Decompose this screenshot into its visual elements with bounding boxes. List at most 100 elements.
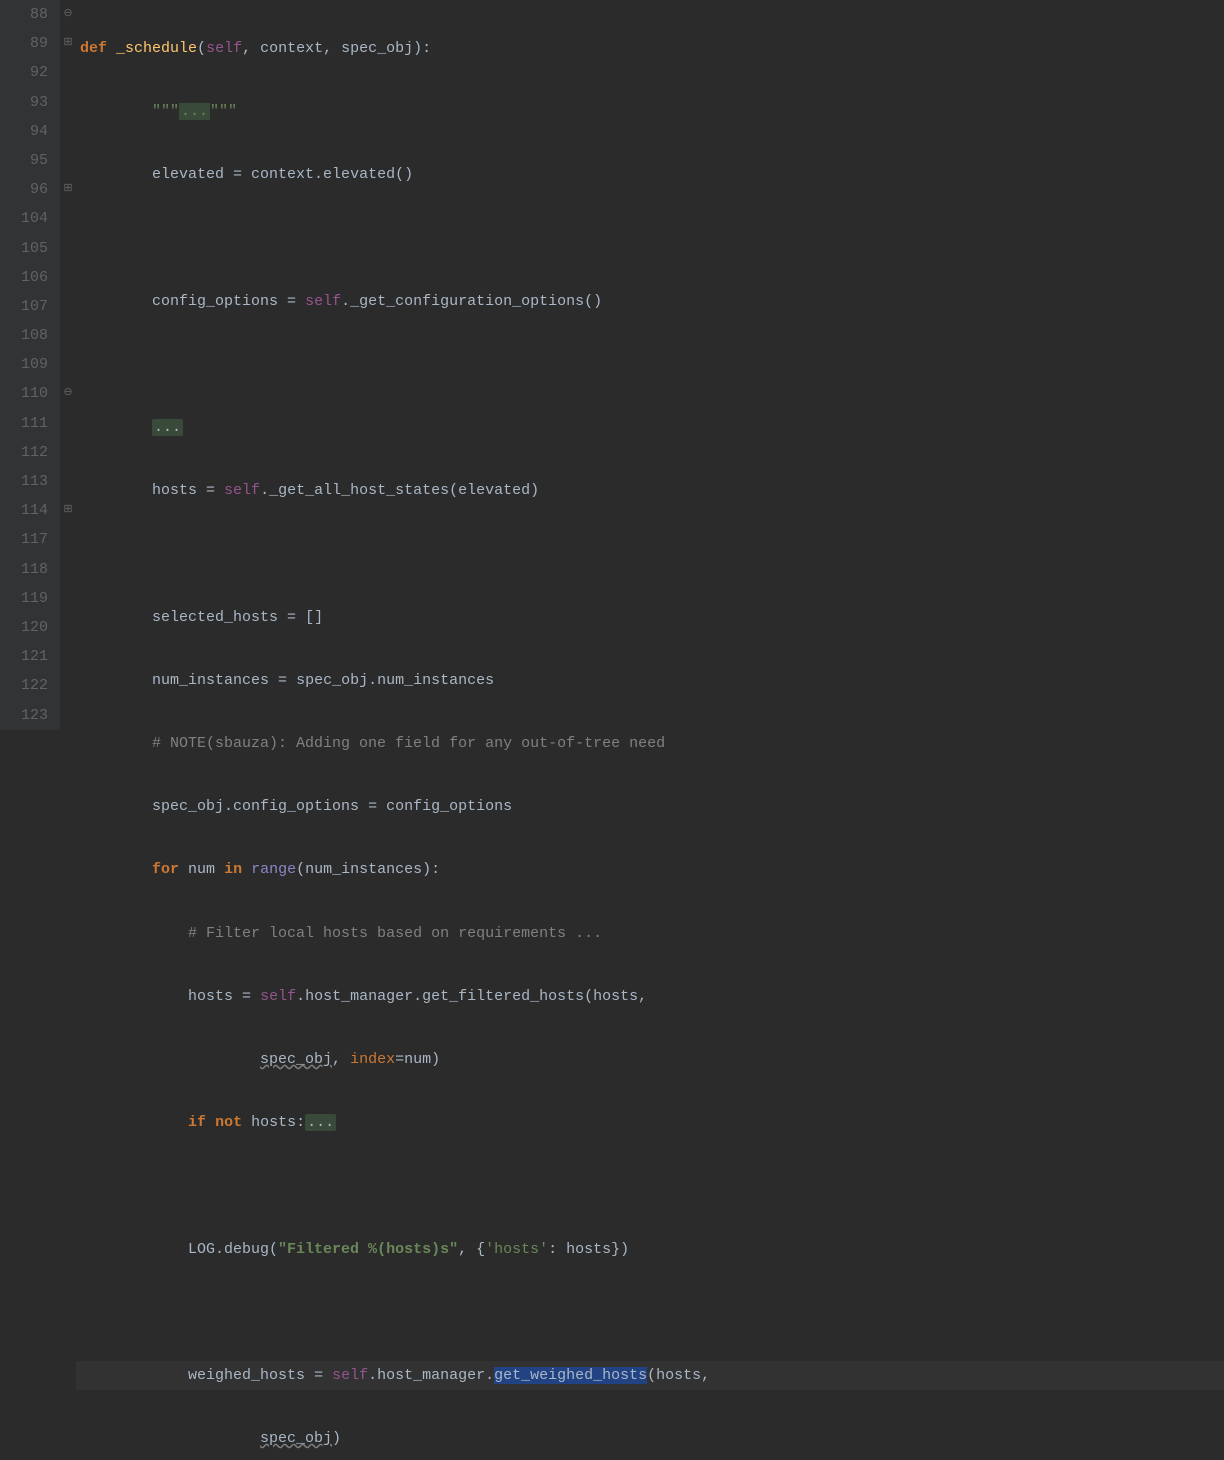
- fold-spacer: [60, 263, 76, 292]
- selection-highlight: get_weighed_hosts: [494, 1367, 647, 1384]
- code-line[interactable]: config_options = self._get_configuration…: [76, 287, 1224, 316]
- code-line[interactable]: [76, 224, 1224, 253]
- line-number: 110: [0, 379, 52, 408]
- line-number: 112: [0, 438, 52, 467]
- fold-spacer: [60, 671, 76, 700]
- comment: # NOTE(sbauza): Adding one field for any…: [152, 735, 665, 752]
- self-ref: self: [332, 1367, 368, 1384]
- line-number: 113: [0, 467, 52, 496]
- fold-spacer: [60, 701, 76, 730]
- fold-spacer: [60, 292, 76, 321]
- code-line[interactable]: spec_obj, index=num): [76, 1045, 1224, 1074]
- code-line[interactable]: selected_hosts = []: [76, 603, 1224, 632]
- fold-spacer: [60, 117, 76, 146]
- fold-spacer: [60, 467, 76, 496]
- line-number: 93: [0, 88, 52, 117]
- line-number: 108: [0, 321, 52, 350]
- code-line[interactable]: if not hosts:...: [76, 1108, 1224, 1137]
- code-line[interactable]: [76, 540, 1224, 569]
- code-line[interactable]: # Filter local hosts based on requiremen…: [76, 919, 1224, 948]
- fold-spacer: [60, 555, 76, 584]
- code-line[interactable]: hosts = self._get_all_host_states(elevat…: [76, 476, 1224, 505]
- line-number: 105: [0, 234, 52, 263]
- folded-region[interactable]: ...: [152, 419, 183, 436]
- self-ref: self: [305, 293, 341, 310]
- line-number: 94: [0, 117, 52, 146]
- param-self: self: [206, 40, 242, 57]
- fold-spacer: [60, 409, 76, 438]
- code-line[interactable]: elevated = context.elevated(): [76, 160, 1224, 189]
- code-line[interactable]: def _schedule(self, context, spec_obj):: [76, 34, 1224, 63]
- line-number: 109: [0, 350, 52, 379]
- code-line[interactable]: """...""": [76, 97, 1224, 126]
- fold-spacer: [60, 350, 76, 379]
- fold-toggle-icon[interactable]: ⊖: [60, 0, 76, 29]
- fold-toggle-icon[interactable]: ⊖: [60, 379, 76, 408]
- code-line[interactable]: for num in range(num_instances):: [76, 855, 1224, 884]
- fold-spacer: [60, 525, 76, 554]
- code-line[interactable]: [76, 350, 1224, 379]
- keyword-not: not: [215, 1114, 242, 1131]
- line-number: 106: [0, 263, 52, 292]
- code-line[interactable]: [76, 1298, 1224, 1327]
- line-number: 111: [0, 409, 52, 438]
- line-number: 121: [0, 642, 52, 671]
- fold-spacer: [60, 584, 76, 613]
- fold-spacer: [60, 58, 76, 87]
- code-line[interactable]: LOG.debug("Filtered %(hosts)s", {'hosts'…: [76, 1235, 1224, 1264]
- code-area[interactable]: def _schedule(self, context, spec_obj): …: [76, 0, 1224, 730]
- docstring-quote: """: [152, 103, 179, 120]
- keyword-in: in: [224, 861, 242, 878]
- string-literal: 'hosts': [485, 1241, 548, 1258]
- line-number: 92: [0, 58, 52, 87]
- fold-spacer: [60, 234, 76, 263]
- fold-gutter: ⊖ ⊞ ⊞ ⊖ ⊞: [60, 0, 76, 730]
- line-number: 95: [0, 146, 52, 175]
- keyword-for: for: [152, 861, 179, 878]
- self-ref: self: [224, 482, 260, 499]
- code-line[interactable]: ...: [76, 413, 1224, 442]
- line-number: 122: [0, 671, 52, 700]
- line-number: 123: [0, 701, 52, 730]
- line-number: 114: [0, 496, 52, 525]
- line-number: 104: [0, 204, 52, 233]
- function-name: _schedule: [116, 40, 197, 57]
- code-editor[interactable]: 88 89 92 93 94 95 96 104 105 106 107 108…: [0, 0, 1224, 730]
- fold-toggle-icon[interactable]: ⊞: [60, 496, 76, 525]
- line-number: 96: [0, 175, 52, 204]
- self-ref: self: [260, 988, 296, 1005]
- line-number: 117: [0, 525, 52, 554]
- line-number: 120: [0, 613, 52, 642]
- line-number: 107: [0, 292, 52, 321]
- docstring-quote: """: [210, 103, 237, 120]
- line-number: 89: [0, 29, 52, 58]
- fold-spacer: [60, 321, 76, 350]
- fold-spacer: [60, 204, 76, 233]
- fold-spacer: [60, 146, 76, 175]
- kwarg-name: index: [350, 1051, 395, 1068]
- string-literal: "Filtered %(hosts)s": [278, 1241, 458, 1258]
- fold-spacer: [60, 438, 76, 467]
- fold-spacer: [60, 88, 76, 117]
- keyword-def: def: [80, 40, 107, 57]
- keyword-if: if: [188, 1114, 206, 1131]
- fold-toggle-icon[interactable]: ⊞: [60, 175, 76, 204]
- code-line[interactable]: # NOTE(sbauza): Adding one field for any…: [76, 729, 1224, 758]
- code-line[interactable]: spec_obj.config_options = config_options: [76, 792, 1224, 821]
- code-line[interactable]: num_instances = spec_obj.num_instances: [76, 666, 1224, 695]
- folded-region[interactable]: ...: [305, 1114, 336, 1131]
- code-line-current[interactable]: weighed_hosts = self.host_manager.get_we…: [76, 1361, 1224, 1390]
- code-line[interactable]: spec_obj): [76, 1424, 1224, 1453]
- builtin-range: range: [251, 861, 296, 878]
- comment: # Filter local hosts based on requiremen…: [188, 925, 602, 942]
- line-number-gutter: 88 89 92 93 94 95 96 104 105 106 107 108…: [0, 0, 60, 730]
- fold-toggle-icon[interactable]: ⊞: [60, 29, 76, 58]
- code-line[interactable]: hosts = self.host_manager.get_filtered_h…: [76, 982, 1224, 1011]
- code-line[interactable]: [76, 1171, 1224, 1200]
- fold-spacer: [60, 642, 76, 671]
- line-number: 119: [0, 584, 52, 613]
- line-number: 88: [0, 0, 52, 29]
- folded-region[interactable]: ...: [179, 103, 210, 120]
- line-number: 118: [0, 555, 52, 584]
- fold-spacer: [60, 613, 76, 642]
